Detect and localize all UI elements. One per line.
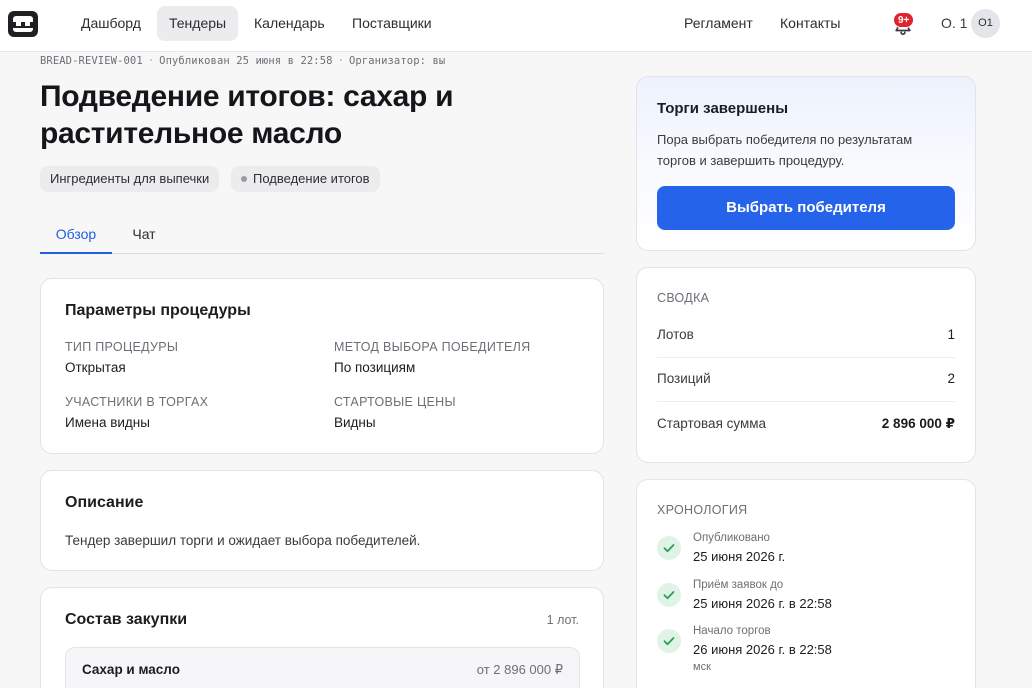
status-chip: Подведение итогов (231, 166, 380, 192)
params-card: Параметры процедуры Тип процедуры Открыт… (40, 278, 604, 454)
summary-label-lots: Лотов (657, 327, 694, 342)
tender-code: BREAD-REVIEW-001 (40, 55, 143, 67)
field-value-winner-method: По позициям (334, 360, 416, 375)
purchase-title: Состав закупки (65, 611, 188, 628)
field-label-winner-method: Метод выбора победителя (334, 340, 531, 354)
tender-meta-line: BREAD-REVIEW-001 · Опубликован 25 июня в 2… (40, 55, 446, 67)
timeline-card: Хронология Опубликовано 25 июня 2026 г. … (636, 479, 976, 688)
field-value-participants: Имена видны (65, 415, 150, 430)
timeline-item: Опубликовано 25 июня 2026 г. (657, 532, 955, 578)
nav-item-dashboard[interactable]: Дашборд (69, 6, 153, 41)
lots-count: 1 лот. (546, 613, 579, 627)
summary-value-positions: 2 (947, 371, 955, 386)
tender-organizer: Организатор: вы (348, 55, 446, 67)
purchase-card: Состав закупки 1 лот. Сахар и масло от 2… (40, 587, 604, 688)
description-card: Описание Тендер завершил торги и ожидает… (40, 470, 604, 571)
params-title: Параметры процедуры (65, 302, 251, 319)
lot-price: от 2 896 000 ₽ (476, 662, 563, 677)
timeline-date: 25 июня 2026 г. (693, 549, 786, 564)
lot-item[interactable]: Сахар и масло от 2 896 000 ₽ (65, 647, 580, 688)
summary-title: Сводка (657, 291, 710, 305)
lot-name: Сахар и масло (82, 662, 180, 677)
summary-value-start-sum: 2 896 000 ₽ (881, 416, 955, 431)
tender-published: Опубликован 25 июня в 22:58 (159, 55, 333, 67)
check-icon (657, 629, 681, 653)
tab-overview[interactable]: Обзор (40, 216, 112, 254)
avatar[interactable]: О1 (971, 9, 1000, 38)
logo-icon[interactable] (8, 11, 38, 37)
status-card: Торги завершены Пора выбрать победителя … (636, 76, 976, 251)
page-title: Подведение итогов: сахар и растительное … (40, 80, 454, 150)
timeline-title: Хронология (657, 503, 748, 517)
nav-item-tenders[interactable]: Тендеры (157, 6, 239, 41)
tabs-bar: Обзор Чат (40, 216, 604, 254)
field-label-procedure-type: Тип процедуры (65, 340, 179, 354)
check-icon (657, 583, 681, 607)
status-dot-icon (241, 176, 247, 182)
summary-row-lots: Лотов 1 (657, 313, 955, 358)
summary-label-start-sum: Стартовая сумма (657, 416, 767, 431)
status-text: Пора выбрать победителя по результатам т… (657, 132, 913, 168)
check-icon (657, 536, 681, 560)
category-chip: Ингредиенты для выпечки (40, 166, 220, 192)
nav-link-contacts[interactable]: Контакты (768, 6, 852, 41)
timeline-timezone: мск (693, 661, 711, 673)
timeline-date: 25 июня 2026 г. в 22:58 (693, 596, 832, 611)
top-navbar: Дашборд Тендеры Календарь Поставщики Рег… (0, 0, 1032, 52)
timeline-date: 26 июня 2026 г. в 22:58 (693, 642, 832, 657)
description-text: Тендер завершил торги и ожидает выбора п… (65, 533, 421, 548)
field-label-participants: Участники в торгах (65, 395, 209, 409)
choose-winner-button[interactable]: Выбрать победителя (657, 186, 955, 230)
timeline-item: Приём заявок до 25 июня 2026 г. в 22:58 (657, 579, 955, 625)
summary-label-positions: Позиций (657, 371, 711, 386)
timeline-item: Начало торгов 26 июня 2026 г. в 22:58 мс… (657, 625, 955, 685)
summary-row-start-sum: Стартовая сумма 2 896 000 ₽ (657, 402, 955, 447)
nav-item-calendar[interactable]: Календарь (242, 6, 337, 41)
status-title: Торги завершены (657, 100, 789, 117)
summary-value-lots: 1 (947, 327, 955, 342)
nav-item-suppliers[interactable]: Поставщики (340, 6, 444, 41)
summary-row-positions: Позиций 2 (657, 357, 955, 402)
field-label-start-prices: Стартовые цены (334, 395, 456, 409)
user-name[interactable]: О. 1 (941, 15, 967, 31)
status-chip-label: Подведение итогов (253, 171, 370, 186)
field-value-procedure-type: Открытая (65, 360, 126, 375)
timeline-label: Начало торгов (693, 625, 771, 637)
timeline-label: Приём заявок до (693, 579, 784, 591)
field-value-start-prices: Видны (334, 415, 376, 430)
tab-chat[interactable]: Чат (120, 216, 168, 254)
description-title: Описание (65, 494, 144, 511)
timeline-label: Опубликовано (693, 532, 770, 544)
notification-badge: 9+ (893, 12, 915, 28)
summary-card: Сводка Лотов 1 Позиций 2 Стартовая сумма… (636, 267, 976, 463)
nav-link-regulations[interactable]: Регламент (672, 6, 765, 41)
